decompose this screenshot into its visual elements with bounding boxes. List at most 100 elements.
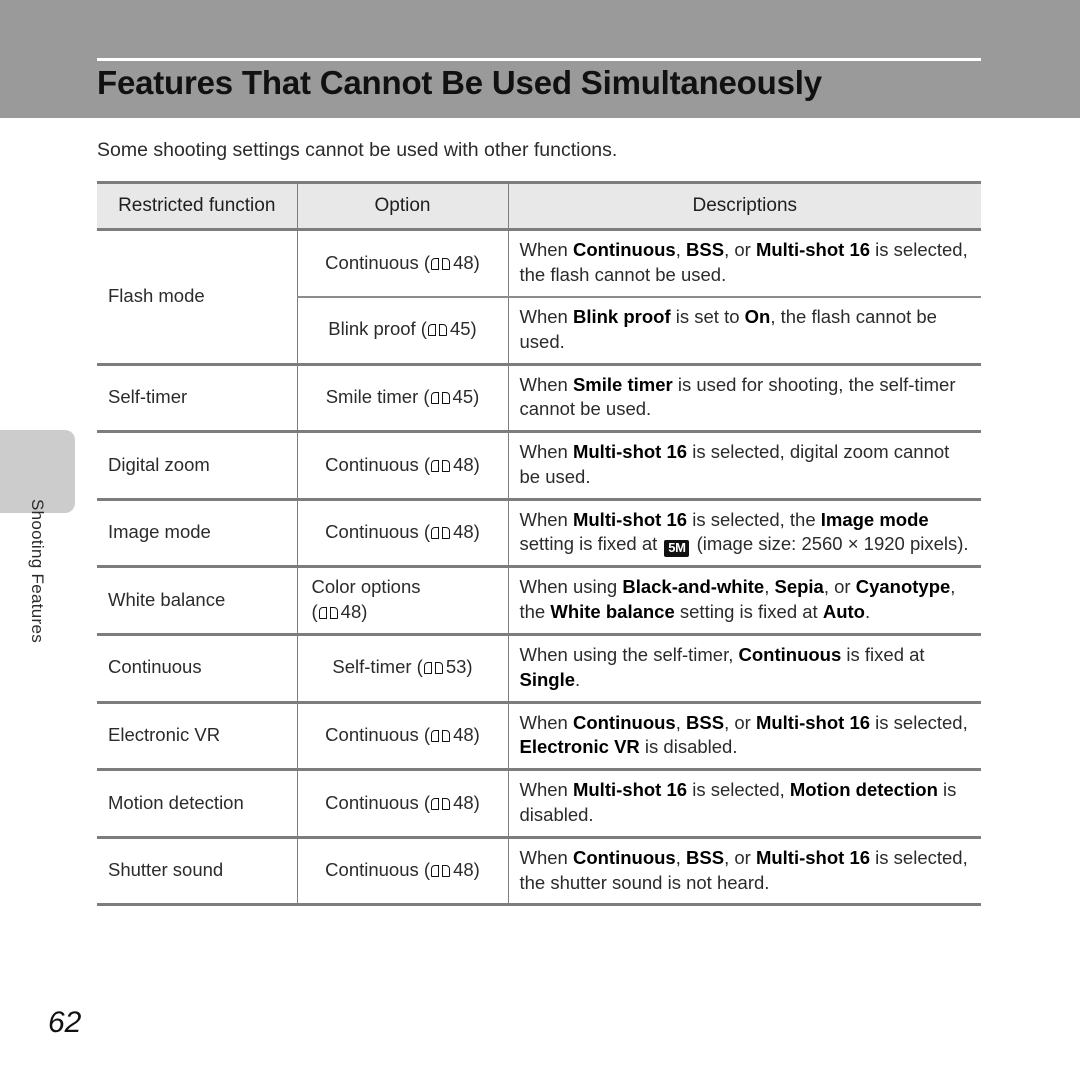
table-head: Restricted function Option Descriptions xyxy=(97,180,981,230)
emphasis-text: White balance xyxy=(550,601,675,623)
column-header-option: Option xyxy=(296,180,509,230)
table-body: Flash mode Continuous (48) When Continuous… xyxy=(97,228,981,907)
page-reference-number: 48) xyxy=(453,521,480,543)
emphasis-text: Sepia xyxy=(774,576,824,598)
book-icon xyxy=(431,257,451,271)
table-row: Shutter sound Continuous (48) When Continu… xyxy=(97,835,981,907)
description-cell: When Multi-shot 16 is selected, Motion d… xyxy=(507,768,981,838)
book-icon xyxy=(423,661,443,675)
restricted-function-cell: Image mode xyxy=(97,497,298,567)
book-icon xyxy=(427,323,447,337)
page-reference-number: 48) xyxy=(453,859,480,881)
page-reference-number: 45) xyxy=(452,385,480,407)
option-label: Blink proof ( xyxy=(328,318,427,340)
option-cell: Continuous ( 48) xyxy=(296,497,509,567)
option-label: Continuous ( xyxy=(325,251,431,273)
restricted-function-cell: Motion detection xyxy=(97,768,298,838)
emphasis-text: Blink proof xyxy=(572,306,671,328)
emphasis-text: BSS xyxy=(686,846,725,868)
page-reference-number: 45) xyxy=(449,318,477,340)
option-label: Color options xyxy=(311,576,421,598)
description-cell: When using the self-timer, Continuous is… xyxy=(507,633,981,703)
table-row: Flash mode Continuous (48) When Continuous… xyxy=(97,228,981,365)
option-label: Continuous ( xyxy=(325,859,431,881)
emphasis-text: BSS xyxy=(686,711,725,733)
page-reference-number: 48) xyxy=(453,453,480,475)
intro-text: Some shooting settings cannot be used wi… xyxy=(97,139,618,161)
table-row: Digital zoom Continuous ( 48) When Multi-sh… xyxy=(97,430,981,500)
option-cell: Color options (48) xyxy=(296,565,509,635)
restricted-function-cell: White balance xyxy=(97,565,298,635)
book-icon xyxy=(430,391,450,405)
option-label: Continuous ( xyxy=(325,791,431,813)
emphasis-text: Multi-shot 16 xyxy=(572,441,688,463)
option-cell: Smile timer ( 45) xyxy=(296,362,509,432)
emphasis-text: Single xyxy=(519,668,576,690)
book-icon xyxy=(431,526,451,540)
page-title: Features That Cannot Be Used Simultaneou… xyxy=(97,64,822,101)
emphasis-text: Continuous xyxy=(572,846,676,868)
header-band: Features That Cannot Be Used Simultaneou… xyxy=(0,0,1080,118)
emphasis-text: On xyxy=(744,306,771,328)
emphasis-text: Black-and-white xyxy=(622,576,765,598)
option-cell: Continuous ( 48) xyxy=(296,768,509,838)
page-reference-number: 48) xyxy=(453,251,480,273)
description-cell: When Continuous, BSS, or Multi-shot 16 i… xyxy=(507,700,981,770)
description-cell: When using Black-and-white, Sepia, or Cy… xyxy=(507,565,981,635)
description-cell: When Multi-shot 16 is selected, digital … xyxy=(507,430,981,500)
book-icon xyxy=(431,864,451,878)
page-reference-number: 53) xyxy=(445,656,473,678)
book-icon xyxy=(431,729,451,743)
table-row: Electronic VR Continuous ( 48) When Continu… xyxy=(97,700,981,770)
emphasis-text: Multi-shot 16 xyxy=(755,846,871,868)
option-label: Continuous ( xyxy=(325,521,431,543)
restrictions-table-wrapper: Restricted function Option Descriptions … xyxy=(97,180,981,907)
description-cell: When Blink proof is set to On, the flash… xyxy=(507,296,981,365)
option-cell: Continuous ( 48) xyxy=(296,835,509,907)
table-header-row: Restricted function Option Descriptions xyxy=(97,180,981,230)
emphasis-text: Auto xyxy=(822,601,865,623)
table-row: White balance Color options (48) When using… xyxy=(97,565,981,635)
emphasis-text: BSS xyxy=(686,239,725,261)
image-size-badge-icon: 5M xyxy=(664,540,690,558)
book-icon xyxy=(431,797,451,811)
description-cell: When Smile timer is used for shooting, t… xyxy=(507,362,981,432)
description-cell: When Continuous, BSS, or Multi-shot 16 i… xyxy=(507,835,981,907)
option-cell: Continuous ( 48) xyxy=(296,700,509,770)
emphasis-text: Smile timer xyxy=(572,373,673,395)
restricted-function-cell: Electronic VR xyxy=(97,700,298,770)
table-row: Self-timer Smile timer ( 45) When Smile tim… xyxy=(97,362,981,432)
emphasis-text: Cyanotype xyxy=(855,576,951,598)
book-icon xyxy=(431,459,451,473)
restrictions-table: Restricted function Option Descriptions … xyxy=(97,180,981,907)
emphasis-text: Motion detection xyxy=(789,779,938,801)
emphasis-text: Continuous xyxy=(572,711,676,733)
option-cell: Blink proof ( 45) xyxy=(296,296,509,365)
column-header-descriptions: Descriptions xyxy=(507,180,981,230)
table-row: Motion detection Continuous ( 48) When Mult… xyxy=(97,768,981,838)
restricted-function-cell: Digital zoom xyxy=(97,430,298,500)
option-label: Continuous ( xyxy=(325,724,431,745)
table-row: Image mode Continuous ( 48) When Multi-shot… xyxy=(97,497,981,567)
page-reference-number: 48) xyxy=(453,724,480,745)
option-cell: Self-timer ( 53) xyxy=(296,633,509,703)
header-rule xyxy=(97,58,981,61)
restricted-function-cell: Continuous xyxy=(97,633,298,703)
emphasis-text: Continuous xyxy=(738,644,842,666)
option-label: Self-timer ( xyxy=(332,656,423,678)
column-header-restricted-function: Restricted function xyxy=(97,180,298,230)
section-tab-label: Shooting Features xyxy=(28,499,47,644)
option-label: Smile timer ( xyxy=(325,385,430,407)
emphasis-text: Continuous xyxy=(572,239,676,261)
emphasis-text: Image mode xyxy=(820,508,929,530)
emphasis-text: Electronic VR xyxy=(519,736,640,758)
option-cell: Continuous ( 48) xyxy=(296,430,509,500)
description-cell: When Multi-shot 16 is selected, the Imag… xyxy=(507,497,981,567)
description-cell: When Continuous, BSS, or Multi-shot 16 i… xyxy=(507,228,981,298)
page-reference-number: 48) xyxy=(453,791,480,813)
option-cell: Continuous ( 48) xyxy=(296,228,509,298)
restricted-function-cell: Self-timer xyxy=(97,362,298,432)
option-page-reference: (48) xyxy=(311,601,368,623)
option-label: Continuous ( xyxy=(325,453,431,475)
table-row: Continuous Self-timer ( 53) When using the … xyxy=(97,633,981,703)
